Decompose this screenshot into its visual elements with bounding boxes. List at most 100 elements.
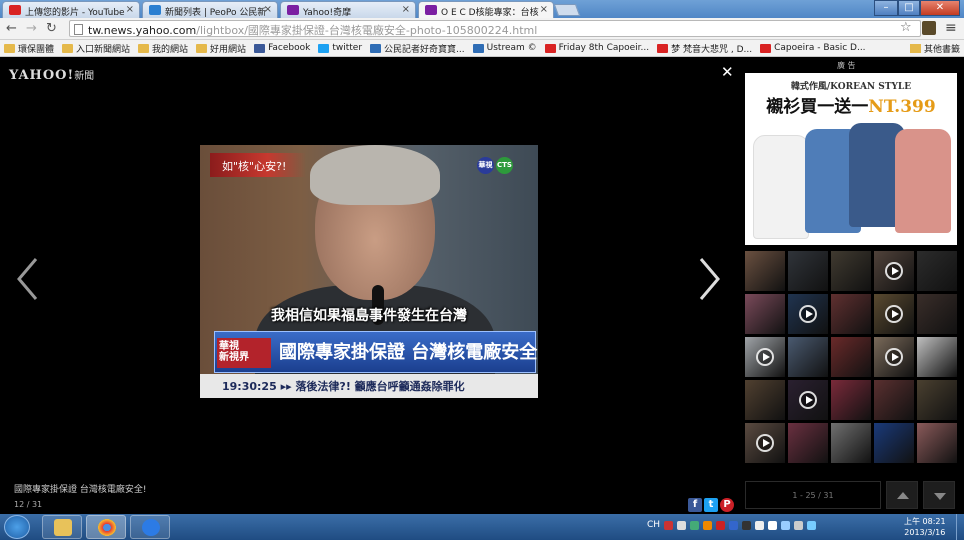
bookmark-item[interactable]: Friday 8th Capoeir...	[544, 43, 649, 53]
tray-icon[interactable]	[807, 520, 817, 530]
network-icon[interactable]	[781, 520, 791, 530]
gallery-thumbnail[interactable]	[788, 251, 828, 291]
forward-icon[interactable]: →	[26, 21, 37, 36]
yahoo-icon	[287, 5, 299, 15]
program-badge: 華視 新視界	[217, 338, 271, 368]
close-tab-icon[interactable]: ×	[264, 4, 272, 15]
thumbnail-grid	[745, 251, 957, 467]
advertisement[interactable]: 韓式作風/KOREAN STYLE 襯衫買一送一NT.399	[745, 73, 957, 245]
bookmark-item[interactable]: 公民記者好奇寶寶...	[370, 42, 465, 55]
ustream-icon	[370, 43, 382, 53]
bookmark-item[interactable]: 好用網站	[196, 42, 246, 55]
previous-arrow-icon[interactable]	[16, 257, 38, 301]
gallery-thumbnail[interactable]	[831, 380, 871, 420]
explorer-taskbar-button[interactable]	[42, 515, 82, 539]
bookmarks-bar: 環保團體 入口新聞網站 我的網站 好用網站 Facebook twitter 公…	[0, 40, 964, 57]
gallery-thumbnail[interactable]	[745, 294, 785, 334]
start-button[interactable]	[4, 515, 30, 539]
address-bar[interactable]: tw.news.yahoo.com/lightbox/國際專家掛保證-台灣核電廠…	[69, 20, 921, 37]
person-hair	[310, 145, 440, 205]
messenger-taskbar-button[interactable]	[130, 515, 170, 539]
youtube-icon	[544, 43, 556, 53]
chrome-menu-icon[interactable]: ≡	[945, 20, 957, 36]
gallery-thumbnail[interactable]	[917, 294, 957, 334]
facebook-icon	[254, 43, 266, 53]
gallery-thumbnail[interactable]	[788, 380, 828, 420]
tray-icon[interactable]	[716, 520, 726, 530]
tab-yahoo[interactable]: Yahoo!奇摩 ×	[280, 1, 416, 18]
browser-toolbar: ← → ↻ tw.news.yahoo.com/lightbox/國際專家掛保證…	[0, 18, 964, 40]
gallery-thumbnail[interactable]	[917, 251, 957, 291]
gallery-thumbnail[interactable]	[788, 423, 828, 463]
pager-up-icon[interactable]	[886, 481, 918, 509]
ad-title-small: 韓式作風/KOREAN STYLE	[790, 82, 912, 92]
pager-down-icon[interactable]	[923, 481, 955, 509]
bookmark-item[interactable]: Ustream ©	[472, 43, 537, 53]
gallery-thumbnail[interactable]	[831, 294, 871, 334]
close-tab-icon[interactable]: ×	[126, 4, 134, 15]
bookmark-item[interactable]: Capoeira - Basic D...	[760, 43, 866, 53]
gallery-thumbnail[interactable]	[745, 380, 785, 420]
back-icon[interactable]: ←	[6, 21, 17, 36]
tray-icon[interactable]	[690, 520, 700, 530]
tab-youtube[interactable]: 上傳您的影片 - YouTube ×	[2, 1, 140, 18]
gallery-thumbnail[interactable]	[831, 337, 871, 377]
gallery-thumbnail[interactable]	[788, 294, 828, 334]
gallery-thumbnail[interactable]	[874, 337, 914, 377]
tab-oecd[interactable]: O E C D核能專家：台核 ×	[418, 1, 554, 18]
flag-icon[interactable]	[768, 520, 778, 530]
maximize-icon[interactable]: □	[898, 0, 920, 16]
gallery-thumbnail[interactable]	[917, 380, 957, 420]
ustream-icon	[472, 43, 484, 53]
bookmark-item[interactable]: twitter	[318, 43, 362, 53]
other-bookmarks[interactable]: 其他書籤	[909, 42, 960, 55]
close-tab-icon[interactable]: ×	[402, 4, 410, 15]
gallery-thumbnail[interactable]	[874, 251, 914, 291]
gallery-thumbnail[interactable]	[917, 337, 957, 377]
gallery-thumbnail[interactable]	[874, 294, 914, 334]
yahoo-news-logo[interactable]: YAHOO!新聞	[9, 67, 94, 83]
tray-icon[interactable]	[729, 520, 739, 530]
bookmark-item[interactable]: 我的網站	[138, 42, 188, 55]
input-language[interactable]: CH	[647, 520, 660, 530]
twitter-icon[interactable]: t	[704, 498, 718, 512]
chrome-taskbar-button[interactable]	[86, 515, 126, 539]
bookmark-item[interactable]: 梦 梵音大悲咒 , D...	[657, 42, 752, 55]
bookmark-item[interactable]: 入口新聞網站	[62, 42, 130, 55]
gallery-thumbnail[interactable]	[917, 423, 957, 463]
facebook-icon[interactable]: f	[688, 498, 702, 512]
system-clock[interactable]: 上午 08:21 2013/3/16	[904, 516, 946, 538]
gallery-thumbnail[interactable]	[874, 380, 914, 420]
tray-icon[interactable]	[703, 520, 713, 530]
gallery-thumbnail[interactable]	[831, 251, 871, 291]
gallery-thumbnail[interactable]	[874, 423, 914, 463]
bookmark-star-icon[interactable]: ☆	[900, 20, 912, 35]
volume-icon[interactable]	[755, 520, 765, 530]
twitter-icon	[318, 43, 330, 53]
gallery-thumbnail[interactable]	[745, 423, 785, 463]
bookmark-item[interactable]: 環保團體	[4, 42, 54, 55]
minimize-icon[interactable]: –	[874, 0, 898, 16]
gallery-thumbnail[interactable]	[788, 337, 828, 377]
show-desktop-button[interactable]	[956, 514, 964, 540]
folder-icon	[909, 44, 921, 53]
tray-icon[interactable]	[794, 520, 804, 530]
reload-icon[interactable]: ↻	[46, 21, 57, 36]
youtube-icon	[760, 43, 772, 53]
gallery-thumbnail[interactable]	[745, 251, 785, 291]
gallery-thumbnail[interactable]	[831, 423, 871, 463]
new-tab-button[interactable]	[553, 4, 581, 16]
system-tray: CH	[647, 520, 817, 530]
close-window-icon[interactable]: ✕	[920, 0, 960, 16]
tray-icon[interactable]	[664, 520, 674, 530]
close-tab-icon[interactable]: ×	[540, 4, 548, 15]
next-arrow-icon[interactable]	[699, 257, 721, 301]
tab-peopo[interactable]: 新聞列表 | PeoPo 公民新 ×	[142, 1, 278, 18]
gallery-thumbnail[interactable]	[745, 337, 785, 377]
pinterest-icon[interactable]: P	[720, 498, 734, 512]
extension-icon[interactable]	[922, 21, 936, 35]
bookmark-item[interactable]: Facebook	[254, 43, 310, 53]
close-lightbox-icon[interactable]: ✕	[721, 63, 734, 81]
tray-icon[interactable]	[742, 520, 752, 530]
tray-icon[interactable]	[677, 520, 687, 530]
